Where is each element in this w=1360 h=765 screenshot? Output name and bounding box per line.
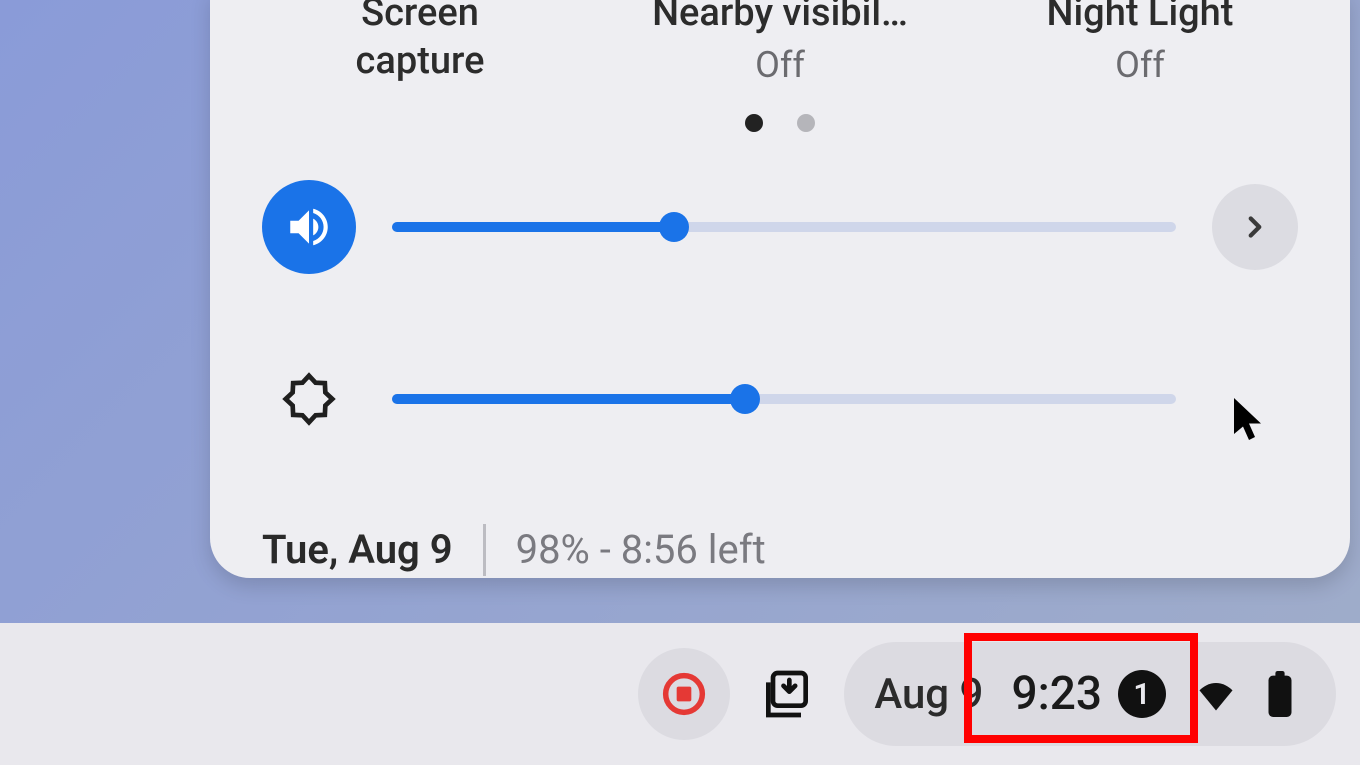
brightness-row	[240, 352, 1320, 446]
volume-slider-thumb[interactable]	[659, 212, 689, 242]
quick-settings-panel: Screen capture Nearby visibil… Off Night…	[210, 0, 1350, 578]
shelf: Aug 9 9:23 1	[0, 623, 1360, 765]
stop-recording-button[interactable]	[638, 648, 730, 740]
volume-icon[interactable]	[262, 180, 356, 274]
brightness-slider-thumb[interactable]	[730, 384, 760, 414]
tile-label: Screen	[270, 0, 570, 38]
tile-status: Off	[630, 44, 930, 86]
page-dot-inactive	[797, 114, 815, 132]
volume-slider-fill	[392, 222, 674, 232]
brightness-slider[interactable]	[392, 394, 1176, 404]
downloads-icon	[759, 666, 815, 722]
tile-label: Night Light	[990, 0, 1290, 38]
volume-slider[interactable]	[392, 222, 1176, 232]
shelf-date: Aug 9	[874, 670, 983, 719]
brightness-slider-fill	[392, 394, 745, 404]
tile-status: Off	[990, 44, 1290, 86]
panel-footer: Tue, Aug 9 98% - 8:56 left	[240, 524, 1320, 576]
wifi-icon	[1194, 672, 1238, 716]
volume-row	[240, 180, 1320, 274]
page-dot-active	[745, 114, 763, 132]
tile-nearby-visibility[interactable]: Nearby visibil… Off	[630, 0, 930, 86]
panel-date: Tue, Aug 9	[262, 526, 453, 573]
tile-label: Nearby visibil…	[630, 0, 930, 38]
audio-settings-button[interactable]	[1212, 184, 1298, 270]
notification-count-badge: 1	[1118, 670, 1166, 718]
page-indicator[interactable]	[240, 114, 1320, 132]
chevron-right-icon	[1238, 210, 1272, 244]
brightness-icon	[262, 352, 356, 446]
tile-screen-capture[interactable]: Screen capture	[270, 0, 570, 86]
panel-battery-text: 98% - 8:56 left	[516, 526, 766, 573]
stop-record-icon	[662, 672, 706, 716]
shelf-time: 9:23	[1011, 667, 1102, 721]
tile-night-light[interactable]: Night Light Off	[990, 0, 1290, 86]
downloads-tray-button[interactable]	[752, 666, 822, 722]
quick-tiles-row: Screen capture Nearby visibil… Off Night…	[240, 0, 1320, 86]
battery-icon	[1266, 671, 1294, 717]
status-area[interactable]: Aug 9 9:23 1	[844, 642, 1336, 746]
tile-label-line2: capture	[270, 38, 570, 86]
footer-divider	[483, 524, 486, 576]
